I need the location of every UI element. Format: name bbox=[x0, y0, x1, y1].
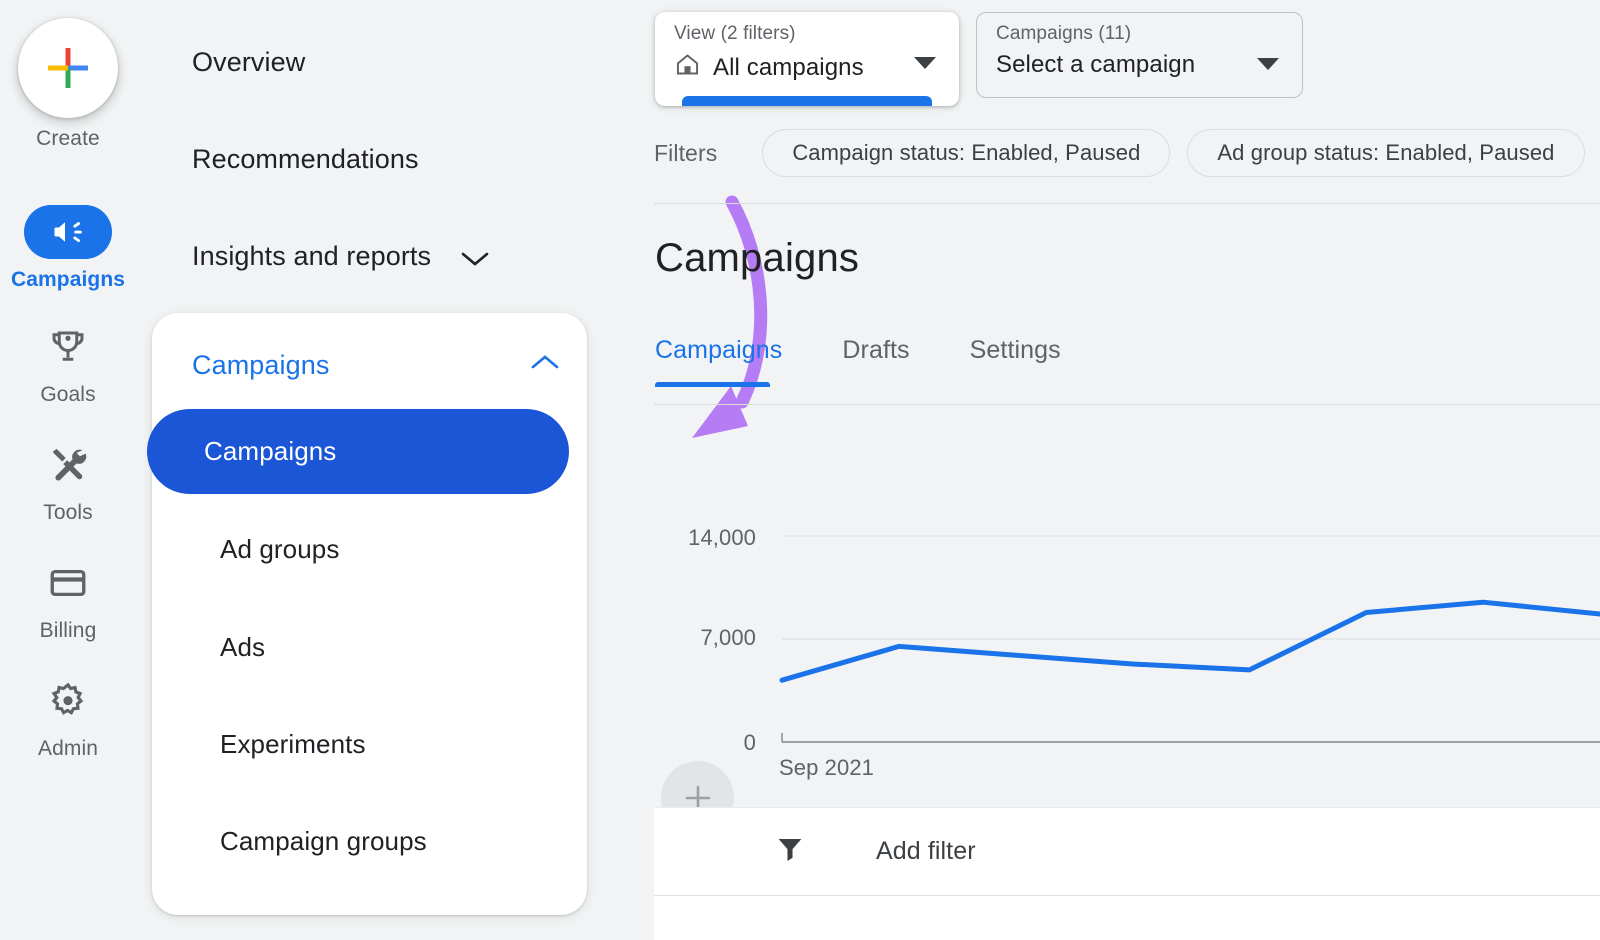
nav-subitem-label-campaign-groups: Campaign groups bbox=[220, 826, 427, 856]
nav-item-label-overview: Overview bbox=[192, 47, 306, 77]
filters-label: Filters bbox=[654, 139, 718, 166]
rail-item-label-admin: Admin bbox=[37, 737, 99, 760]
create-circle[interactable] bbox=[18, 18, 118, 118]
view-selector-value-row: All campaigns bbox=[674, 51, 943, 85]
tab-bar-divider bbox=[654, 404, 1600, 405]
rail-item-label-campaigns: Campaigns bbox=[10, 268, 126, 291]
chart-ytick-7000: 7,000 bbox=[700, 625, 756, 650]
nav-item-overview[interactable]: Overview bbox=[192, 47, 305, 78]
nav-item-recommendations[interactable]: Recommendations bbox=[192, 144, 419, 175]
chart-xtick-sep-2021: Sep 2021 bbox=[779, 755, 874, 780]
nav-subitem-ad-groups[interactable]: Ad groups bbox=[220, 534, 339, 565]
campaign-selector[interactable]: Campaigns (11) Select a campaign bbox=[976, 12, 1303, 98]
nav-subitem-label-experiments: Experiments bbox=[220, 729, 366, 759]
rail-create-label: Create bbox=[36, 127, 100, 150]
tab-campaigns[interactable]: Campaigns bbox=[655, 336, 782, 387]
rail-item-admin[interactable]: Admin bbox=[0, 674, 136, 761]
campaign-selector-caption: Campaigns (11) bbox=[996, 23, 1132, 44]
view-selector-caption: View (2 filters) bbox=[674, 23, 796, 44]
rail-campaigns-pill[interactable] bbox=[24, 205, 112, 259]
left-rail: Create Campaigns Goals Tools Billing Adm… bbox=[0, 0, 136, 940]
main-content: View (2 filters) All campaigns Campaigns… bbox=[646, 0, 1600, 940]
google-plus-icon bbox=[48, 48, 88, 88]
google-ads-app: Create Campaigns Goals Tools Billing Adm… bbox=[0, 0, 1600, 940]
tab-label-campaigns: Campaigns bbox=[655, 336, 783, 364]
tab-drafts[interactable]: Drafts bbox=[842, 336, 909, 387]
table-body-area bbox=[654, 896, 1600, 940]
nav-subitem-experiments[interactable]: Experiments bbox=[220, 729, 366, 760]
selector-row: View (2 filters) All campaigns Campaigns… bbox=[655, 12, 1303, 106]
tools-icon bbox=[53, 448, 87, 481]
header-divider bbox=[654, 203, 1600, 204]
primary-nav: Overview Recommendations Insights and re… bbox=[136, 0, 768, 940]
trophy-icon bbox=[52, 331, 84, 361]
nav-subitem-label-ads: Ads bbox=[220, 632, 266, 662]
rail-item-goals[interactable]: Goals bbox=[0, 320, 136, 407]
chevron-down-icon[interactable] bbox=[458, 245, 492, 276]
filter-chip-ad-group-status[interactable]: Ad group status: Enabled, Paused bbox=[1187, 129, 1585, 177]
performance-chart[interactable]: 14,000 7,000 0 Sep 2021 bbox=[646, 430, 1600, 790]
chart-ytick-0: 0 bbox=[743, 730, 756, 755]
nav-item-insights-and-reports[interactable]: Insights and reports bbox=[192, 241, 592, 272]
rail-item-tools[interactable]: Tools bbox=[0, 438, 136, 525]
rail-item-label-goals: Goals bbox=[40, 383, 96, 406]
tab-label-drafts: Drafts bbox=[842, 336, 910, 364]
tab-label-settings: Settings bbox=[969, 336, 1061, 364]
nav-subitem-ads[interactable]: Ads bbox=[220, 632, 265, 663]
rail-item-label-tools: Tools bbox=[43, 501, 93, 524]
rail-billing-icon-wrap bbox=[0, 556, 136, 610]
chevron-up-icon[interactable] bbox=[528, 352, 562, 379]
nav-card-header-campaigns[interactable]: Campaigns bbox=[192, 339, 562, 391]
chart-ytick-14000: 14,000 bbox=[688, 525, 756, 550]
rail-create-button[interactable]: Create bbox=[0, 18, 136, 151]
nav-subitem-campaign-groups[interactable]: Campaign groups bbox=[220, 826, 427, 857]
nav-subitem-label-campaigns: Campaigns bbox=[204, 436, 337, 466]
view-selector-active-underline bbox=[682, 96, 932, 106]
nav-item-label-recommendations: Recommendations bbox=[192, 144, 419, 174]
campaign-selector-value: Select a campaign bbox=[996, 51, 1196, 78]
home-icon bbox=[674, 51, 701, 85]
funnel-icon[interactable] bbox=[774, 833, 806, 870]
filter-chip-label: Campaign status: Enabled, Paused bbox=[792, 140, 1141, 165]
nav-subitem-label-ad-groups: Ad groups bbox=[220, 534, 340, 564]
filter-chip-campaign-status[interactable]: Campaign status: Enabled, Paused bbox=[762, 129, 1171, 177]
table-toolbar: Add filter bbox=[654, 807, 1600, 895]
chart-plot-area bbox=[779, 535, 1600, 743]
view-selector-value: All campaigns bbox=[713, 54, 864, 81]
rail-item-campaigns[interactable]: Campaigns bbox=[0, 205, 136, 292]
filter-chip-label: Ad group status: Enabled, Paused bbox=[1217, 140, 1555, 165]
tab-settings[interactable]: Settings bbox=[970, 336, 1061, 387]
caret-down-icon[interactable] bbox=[913, 56, 937, 75]
rail-item-billing[interactable]: Billing bbox=[0, 556, 136, 643]
campaign-selector-value-row: Select a campaign bbox=[996, 51, 1286, 79]
rail-admin-icon-wrap bbox=[0, 674, 136, 728]
caret-down-icon[interactable] bbox=[1256, 57, 1280, 76]
campaigns-nav-card: Campaigns Ad groups Ads Experiments Camp… bbox=[152, 313, 587, 915]
megaphone-icon bbox=[54, 222, 82, 243]
nav-item-label-insights: Insights and reports bbox=[192, 241, 432, 271]
chart-series-line bbox=[779, 599, 1600, 683]
page-title: Campaigns bbox=[655, 236, 860, 280]
tab-bar: Campaigns Drafts Settings bbox=[655, 336, 1121, 387]
rail-tools-icon-wrap bbox=[0, 438, 136, 492]
nav-card-header-label: Campaigns bbox=[192, 349, 330, 380]
view-selector[interactable]: View (2 filters) All campaigns bbox=[655, 12, 959, 106]
credit-card-icon bbox=[50, 569, 86, 597]
gear-icon bbox=[51, 682, 84, 715]
add-filter-button[interactable]: Add filter bbox=[876, 837, 976, 866]
filters-row: Filters Campaign status: Enabled, Paused… bbox=[654, 129, 1600, 177]
rail-goals-icon-wrap bbox=[0, 320, 136, 374]
nav-subitem-campaigns-selected[interactable]: Campaigns bbox=[147, 409, 569, 494]
rail-item-label-billing: Billing bbox=[39, 619, 97, 642]
